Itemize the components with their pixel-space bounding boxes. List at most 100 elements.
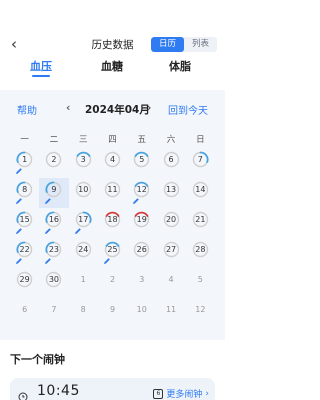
day-number: 12 xyxy=(195,305,206,314)
day-number: 12 xyxy=(136,185,147,194)
calendar-day[interactable]: 2 xyxy=(39,148,68,178)
calendar-day[interactable]: 6 xyxy=(156,148,185,178)
calendar-day-outside-month: 2 xyxy=(98,268,127,298)
calendar-grid: 1 2 3 4 5 6 7 8 9 10 11 12 13 14 15 16 17 18 19 20 21 22 23 24 2… xyxy=(10,148,215,328)
day-number: 10 xyxy=(78,185,89,194)
day-number: 10 xyxy=(136,305,147,314)
day-number: 8 xyxy=(80,305,86,314)
day-number: 2 xyxy=(51,155,57,164)
day-number: 30 xyxy=(48,275,60,284)
calendar-day[interactable]: 3 xyxy=(69,148,98,178)
calendar-day[interactable]: 9 xyxy=(39,178,69,208)
view-toggle-list[interactable]: 列表 xyxy=(184,37,217,52)
more-alarms-label: 更多闹钟 xyxy=(166,390,203,400)
calendar-day-outside-month: 10 xyxy=(127,298,156,328)
calendar-day[interactable]: 27 xyxy=(156,238,185,268)
calendar-day[interactable]: 24 xyxy=(69,238,98,268)
day-number: 24 xyxy=(78,245,89,254)
day-number: 5 xyxy=(197,275,203,284)
pencil-icon xyxy=(44,257,52,265)
calendar-day-outside-month: 3 xyxy=(127,268,156,298)
day-number: 8 xyxy=(22,185,28,194)
prev-month-button[interactable]: ‹ xyxy=(66,101,70,114)
pencil-icon xyxy=(74,227,82,235)
day-number: 6 xyxy=(168,155,174,164)
calendar-day[interactable]: 20 xyxy=(156,208,185,238)
tab-blood-sugar[interactable]: 血糖 xyxy=(82,58,142,74)
calendar-day[interactable]: 10 xyxy=(69,178,98,208)
back-to-today-button[interactable]: 回到今天 xyxy=(168,102,208,117)
calendar-header: 帮助 ‹ 2024年04月 › 回到今天 xyxy=(0,101,225,118)
calendar-day-outside-month: 6 xyxy=(10,298,39,328)
calendar-week-row: 15 16 17 18 19 20 21 xyxy=(10,208,215,238)
calendar-week-row: 22 23 24 25 26 27 28 xyxy=(10,238,215,268)
day-number: 22 xyxy=(19,245,30,254)
calendar-day-outside-month: 5 xyxy=(186,268,215,298)
weekday-label: 五 xyxy=(137,135,147,145)
calendar-day[interactable]: 1 xyxy=(10,148,39,178)
calendar-day[interactable]: 17 xyxy=(69,208,98,238)
next-month-button[interactable]: › xyxy=(147,101,151,114)
calendar-day[interactable]: 13 xyxy=(156,178,185,208)
day-number: 20 xyxy=(165,215,177,224)
chevron-right-icon: › xyxy=(205,388,209,399)
day-number: 3 xyxy=(80,155,86,164)
calendar-day[interactable]: 12 xyxy=(127,178,156,208)
calendar-day[interactable]: 5 xyxy=(127,148,156,178)
day-number: 23 xyxy=(48,245,60,254)
next-alarm-section: 下一个闹钟 10:45 6 更多闹钟 › xyxy=(0,340,225,400)
day-number: 7 xyxy=(51,305,57,314)
view-toggle: 日历 列表 xyxy=(151,37,217,52)
day-number: 29 xyxy=(19,275,30,284)
view-toggle-calendar[interactable]: 日历 xyxy=(151,37,184,52)
day-number: 9 xyxy=(51,185,57,194)
alarm-card[interactable]: 10:45 6 更多闹钟 › xyxy=(10,378,215,400)
day-number: 17 xyxy=(78,215,89,224)
more-alarms-button[interactable]: 6 更多闹钟 › xyxy=(153,387,209,400)
calendar-day[interactable]: 29 xyxy=(10,268,39,298)
day-number: 11 xyxy=(107,185,118,194)
day-number: 1 xyxy=(22,155,28,164)
calendar-day[interactable]: 11 xyxy=(98,178,127,208)
calendar-day-outside-month: 1 xyxy=(69,268,98,298)
weekday-label: 日 xyxy=(196,135,205,145)
calendar-day[interactable]: 19 xyxy=(127,208,156,238)
pencil-icon xyxy=(44,227,52,235)
calendar-day[interactable]: 26 xyxy=(127,238,156,268)
calendar-day[interactable]: 7 xyxy=(186,148,215,178)
calendar-day[interactable]: 28 xyxy=(186,238,215,268)
calendar-day[interactable]: 16 xyxy=(39,208,68,238)
day-number: 14 xyxy=(195,185,206,194)
calendar-day[interactable]: 21 xyxy=(186,208,215,238)
calendar-day[interactable]: 8 xyxy=(10,178,39,208)
calendar-day[interactable]: 25 xyxy=(98,238,127,268)
calendar-day[interactable]: 23 xyxy=(39,238,68,268)
calendar-day[interactable]: 15 xyxy=(10,208,39,238)
tab-body-fat[interactable]: 体脂 xyxy=(150,58,210,74)
calendar-week-row: 8 9 10 11 12 13 14 xyxy=(10,178,215,208)
pencil-icon xyxy=(15,257,23,265)
day-number: 2 xyxy=(109,275,116,284)
calendar-day-outside-month: 12 xyxy=(186,298,215,328)
day-number: 9 xyxy=(109,305,116,314)
calendar-day[interactable]: 4 xyxy=(98,148,127,178)
alarm-clock-icon xyxy=(18,387,28,400)
weekday-header: 一 二 三 四 五 六 日 xyxy=(10,133,215,145)
calendar-day[interactable]: 30 xyxy=(39,268,68,298)
pencil-icon xyxy=(15,167,23,175)
calendar-day-outside-month: 4 xyxy=(156,268,185,298)
calendar-day[interactable]: 22 xyxy=(10,238,39,268)
chevron-left-icon: ‹ xyxy=(66,101,71,114)
day-number: 1 xyxy=(80,275,86,284)
day-number: 7 xyxy=(197,155,203,164)
calendar-day[interactable]: 14 xyxy=(186,178,215,208)
calendar-icon: 6 xyxy=(153,388,164,399)
weekday-label: 二 xyxy=(49,135,59,145)
calendar-day[interactable]: 18 xyxy=(98,208,127,238)
pencil-icon xyxy=(132,197,140,205)
day-number: 28 xyxy=(195,245,206,254)
chevron-right-icon: › xyxy=(147,101,152,114)
tab-blood-pressure[interactable]: 血压 xyxy=(11,58,71,74)
help-link[interactable]: 帮助 xyxy=(17,102,37,117)
calendar-day-outside-month: 8 xyxy=(69,298,98,328)
